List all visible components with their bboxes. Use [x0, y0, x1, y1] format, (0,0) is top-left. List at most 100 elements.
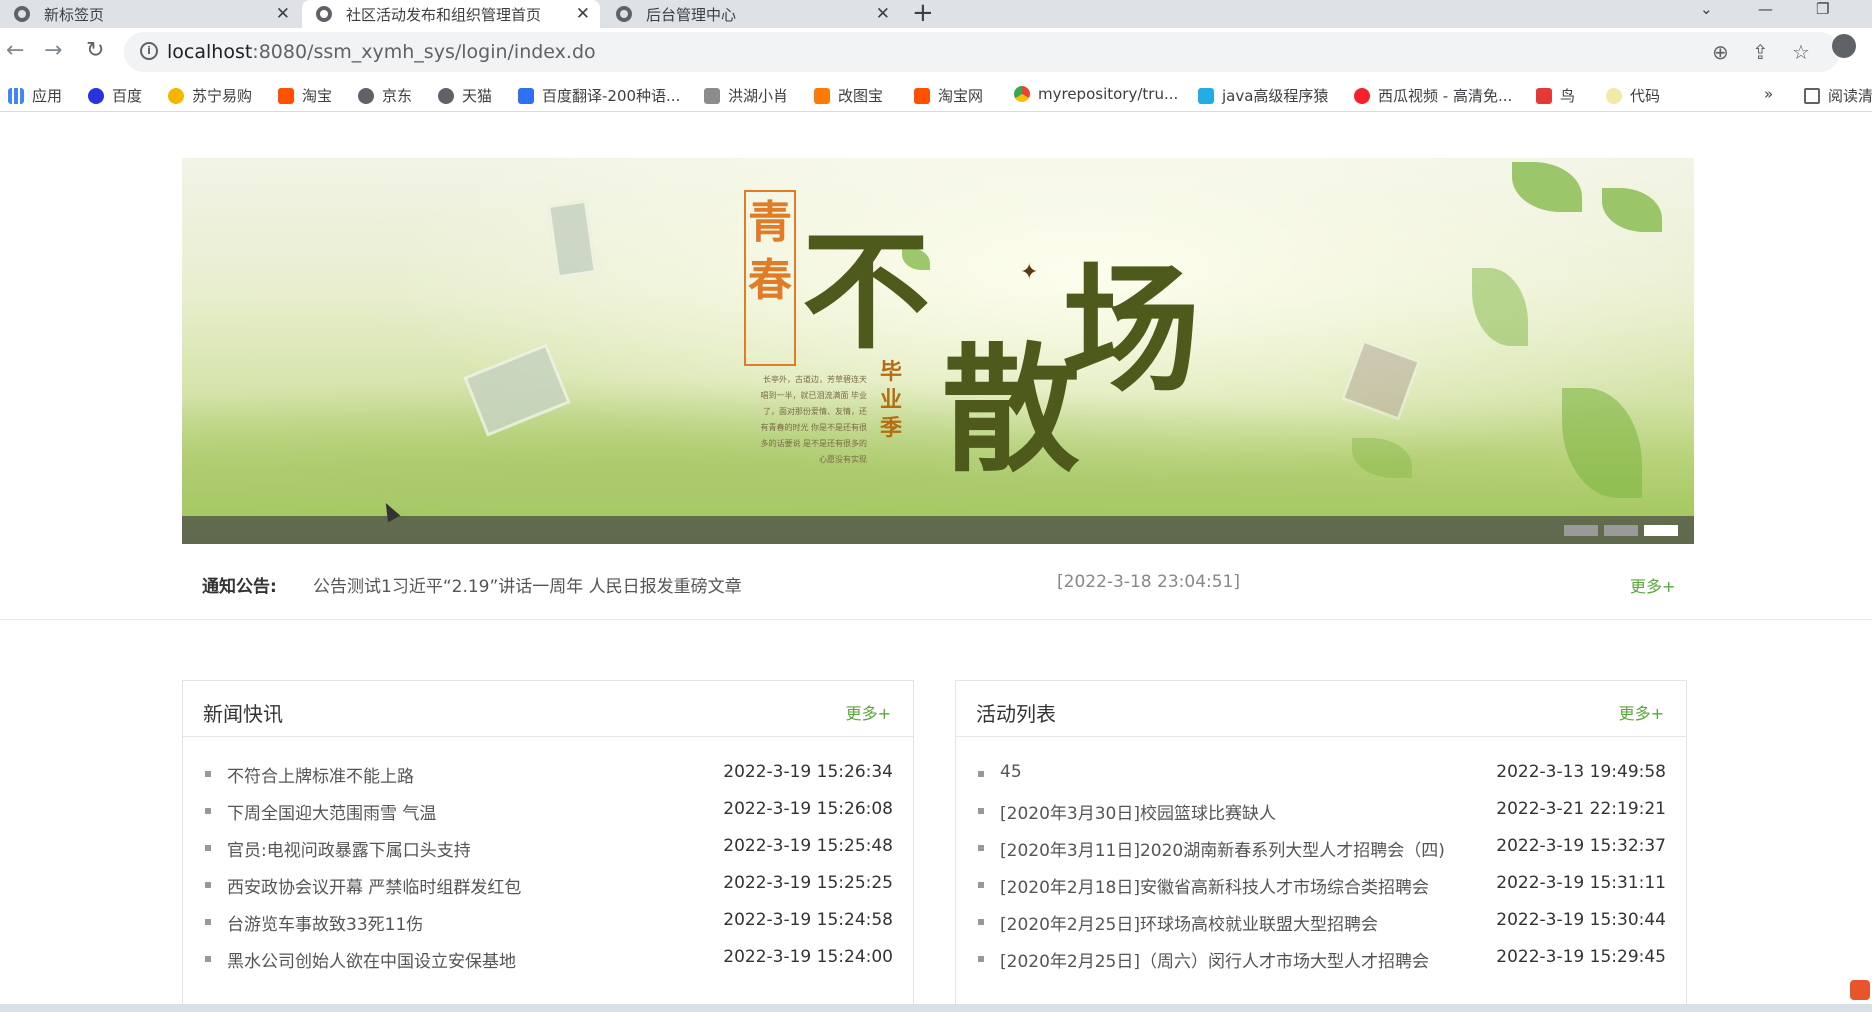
- site-info-icon[interactable]: i: [140, 42, 158, 60]
- activity-item[interactable]: [2020年3月11日]2020湖南新春系列大型人才招聘会（四) 2022-3-1…: [956, 836, 1686, 873]
- profile-avatar-icon[interactable]: [1832, 34, 1856, 58]
- forward-arrow-icon[interactable]: →: [44, 38, 62, 63]
- bookmark-xigua[interactable]: 西瓜视频 - 高清免...: [1354, 85, 1512, 106]
- activities-panel-header: 活动列表 更多+: [956, 681, 1686, 737]
- bookmark-reading-list[interactable]: 阅读清: [1804, 85, 1872, 106]
- bookmark-label: 鸟: [1560, 87, 1576, 105]
- globe-icon: [358, 87, 374, 104]
- news-item-title[interactable]: 黑水公司创始人欲在中国设立安保基地: [227, 947, 516, 972]
- floating-widget-icon[interactable]: [1850, 980, 1870, 1000]
- tab-admin-center[interactable]: 后台管理中心 ✕: [602, 0, 900, 28]
- bookmarks-bar: 应用 百度 苏宁易购 淘宝 京东 天猫 百度翻译-200种语... 洪湖小肖 改…: [0, 76, 1872, 112]
- bookmark-star-icon[interactable]: ☆: [1792, 40, 1810, 64]
- tab-community-home[interactable]: 社区活动发布和组织管理首页 ✕: [302, 0, 600, 28]
- bookmark-jd[interactable]: 京东: [358, 85, 412, 106]
- taobao-icon: [278, 87, 294, 104]
- tab-strip: 新标签页 ✕ 社区活动发布和组织管理首页 ✕ 后台管理中心 ✕ + ⌄ — ❐: [0, 0, 1872, 28]
- activity-item-title[interactable]: [2020年3月11日]2020湖南新春系列大型人才招聘会（四): [1000, 836, 1445, 861]
- notice-more-link[interactable]: 更多+: [1630, 573, 1675, 597]
- hero-banner-carousel[interactable]: 青春 不 散 场 毕业季 长亭外，古道边，芳草碧连天 唱到一半，就已泪流满面 毕…: [182, 158, 1694, 544]
- notice-text-link[interactable]: 公告测试1习近平“2.19”讲话一周年 人民日报发重磅文章: [313, 572, 742, 597]
- carousel-bar: [182, 516, 1694, 544]
- news-item-title[interactable]: 台游览车事故致33死11伤: [227, 910, 423, 935]
- tab-search-chevron-icon[interactable]: ⌄: [1700, 0, 1713, 18]
- news-item[interactable]: 黑水公司创始人欲在中国设立安保基地 2022-3-19 15:24:00: [183, 947, 913, 984]
- url-text[interactable]: localhost:8080/ssm_xymh_sys/login/index.…: [167, 41, 596, 63]
- news-item[interactable]: 不符合上牌标准不能上路 2022-3-19 15:26:34: [183, 762, 913, 799]
- bookmark-suning[interactable]: 苏宁易购: [168, 85, 252, 106]
- activity-item[interactable]: [2020年2月18日]安徽省高新科技人才市场综合类招聘会 2022-3-19 1…: [956, 873, 1686, 910]
- bookmark-taobao[interactable]: 淘宝: [278, 85, 332, 106]
- new-tab-plus-icon[interactable]: +: [912, 0, 934, 28]
- bookmark-apps[interactable]: 应用: [8, 85, 62, 106]
- zoom-icon[interactable]: ⊕: [1712, 40, 1729, 64]
- back-arrow-icon[interactable]: ←: [6, 38, 24, 63]
- news-item-title[interactable]: 下周全国迎大范围雨雪 气温: [227, 799, 436, 824]
- bookmarks-overflow[interactable]: »: [1764, 85, 1773, 103]
- banner-qingchun-box: 青春: [744, 190, 796, 366]
- bookmark-java[interactable]: java高级程序猿: [1198, 85, 1328, 106]
- activity-item-title[interactable]: [2020年3月30日]校园篮球比赛缺人: [1000, 799, 1276, 824]
- activity-item[interactable]: 45 2022-3-13 19:49:58: [956, 762, 1686, 799]
- bookmark-label: 苏宁易购: [192, 87, 253, 105]
- activities-more-link[interactable]: 更多+: [1619, 700, 1664, 724]
- bookmark-baidu[interactable]: 百度: [88, 85, 142, 106]
- bookmark-label: 改图宝: [838, 87, 884, 105]
- address-bar[interactable]: i localhost:8080/ssm_xymh_sys/login/inde…: [124, 32, 1840, 72]
- news-item[interactable]: 官员:电视问政暴露下属口头支持 2022-3-19 15:25:48: [183, 836, 913, 873]
- url-path: :8080/ssm_xymh_sys/login/index.do: [252, 41, 596, 63]
- activity-item-title[interactable]: [2020年2月25日]（周六）闵行人才市场大型人才招聘会: [1000, 947, 1429, 972]
- news-item[interactable]: 西安政协会议开幕 严禁临时组群发红包 2022-3-19 15:25:25: [183, 873, 913, 910]
- tab-new-tab[interactable]: 新标签页 ✕: [0, 0, 300, 28]
- bullet-icon: [978, 771, 984, 777]
- reload-icon[interactable]: ↻: [86, 38, 104, 63]
- activity-item-title[interactable]: [2020年2月25日]环球场高校就业联盟大型招聘会: [1000, 910, 1378, 935]
- bookmark-label: java高级程序猿: [1222, 87, 1329, 105]
- bullet-icon: [978, 882, 984, 888]
- activity-item[interactable]: [2020年3月30日]校园篮球比赛缺人 2022-3-21 22:19:21: [956, 799, 1686, 836]
- bookmark-label: 天猫: [462, 87, 493, 105]
- bookmark-taobaowang[interactable]: 淘宝网: [914, 85, 983, 106]
- activity-item-title[interactable]: 45: [1000, 762, 1022, 782]
- carousel-dot-3[interactable]: [1644, 525, 1678, 536]
- bookmark-label: 淘宝网: [938, 87, 984, 105]
- bookmark-code[interactable]: 代码: [1606, 85, 1660, 106]
- bookmark-gaitubao[interactable]: 改图宝: [814, 85, 883, 106]
- close-icon[interactable]: ✕: [276, 4, 290, 24]
- bookmark-label: myrepository/tru...: [1038, 85, 1179, 103]
- banner-headline-char: 散: [942, 328, 1081, 491]
- activity-item[interactable]: [2020年2月25日]（周六）闵行人才市场大型人才招聘会 2022-3-19 1…: [956, 947, 1686, 984]
- bookmark-tmall[interactable]: 天猫: [438, 85, 492, 106]
- bookmark-baidu-translate[interactable]: 百度翻译-200种语...: [518, 85, 680, 106]
- bookmark-label: 代码: [1630, 87, 1661, 105]
- banner-biyeji: 毕业季: [880, 359, 903, 441]
- news-item-title[interactable]: 西安政协会议开幕 严禁临时组群发红包: [227, 873, 521, 898]
- news-more-link[interactable]: 更多+: [846, 700, 891, 724]
- bookmark-myrepository[interactable]: myrepository/tru...: [1014, 85, 1178, 103]
- activities-panel: 活动列表 更多+ 45 2022-3-13 19:49:58 [2020年3月30…: [955, 680, 1687, 1012]
- carousel-dot-2[interactable]: [1604, 525, 1638, 536]
- news-panel-header: 新闻快讯 更多+: [183, 681, 913, 737]
- bookmark-niao[interactable]: 鸟: [1536, 85, 1575, 106]
- activity-item[interactable]: [2020年2月25日]环球场高校就业联盟大型招聘会 2022-3-19 15:3…: [956, 910, 1686, 947]
- activity-item-title[interactable]: [2020年2月18日]安徽省高新科技人才市场综合类招聘会: [1000, 873, 1429, 898]
- news-item-title[interactable]: 不符合上牌标准不能上路: [227, 762, 414, 787]
- bullet-icon: [205, 771, 211, 777]
- bullet-icon: [205, 882, 211, 888]
- news-item[interactable]: 台游览车事故致33死11伤 2022-3-19 15:24:58: [183, 910, 913, 947]
- bird-icon: [704, 87, 720, 104]
- minimize-icon[interactable]: —: [1758, 0, 1773, 18]
- news-item[interactable]: 下周全国迎大范围雨雪 气温 2022-3-19 15:26:08: [183, 799, 913, 836]
- close-icon[interactable]: ✕: [576, 4, 590, 24]
- globe-favicon-icon: [616, 6, 632, 22]
- news-item-title[interactable]: 官员:电视问政暴露下属口头支持: [227, 836, 471, 861]
- page-content: 青春 不 散 场 毕业季 长亭外，古道边，芳草碧连天 唱到一半，就已泪流满面 毕…: [0, 112, 1872, 1012]
- browser-toolbar: ← → ↻ i localhost:8080/ssm_xymh_sys/logi…: [0, 28, 1872, 76]
- close-icon[interactable]: ✕: [876, 4, 890, 24]
- bookmark-honghu[interactable]: 洪湖小肖: [704, 85, 788, 106]
- bullet-icon: [205, 845, 211, 851]
- restore-icon[interactable]: ❐: [1816, 0, 1829, 18]
- suning-icon: [168, 87, 184, 104]
- carousel-dot-1[interactable]: [1564, 525, 1598, 536]
- share-icon[interactable]: ⇪: [1752, 40, 1769, 64]
